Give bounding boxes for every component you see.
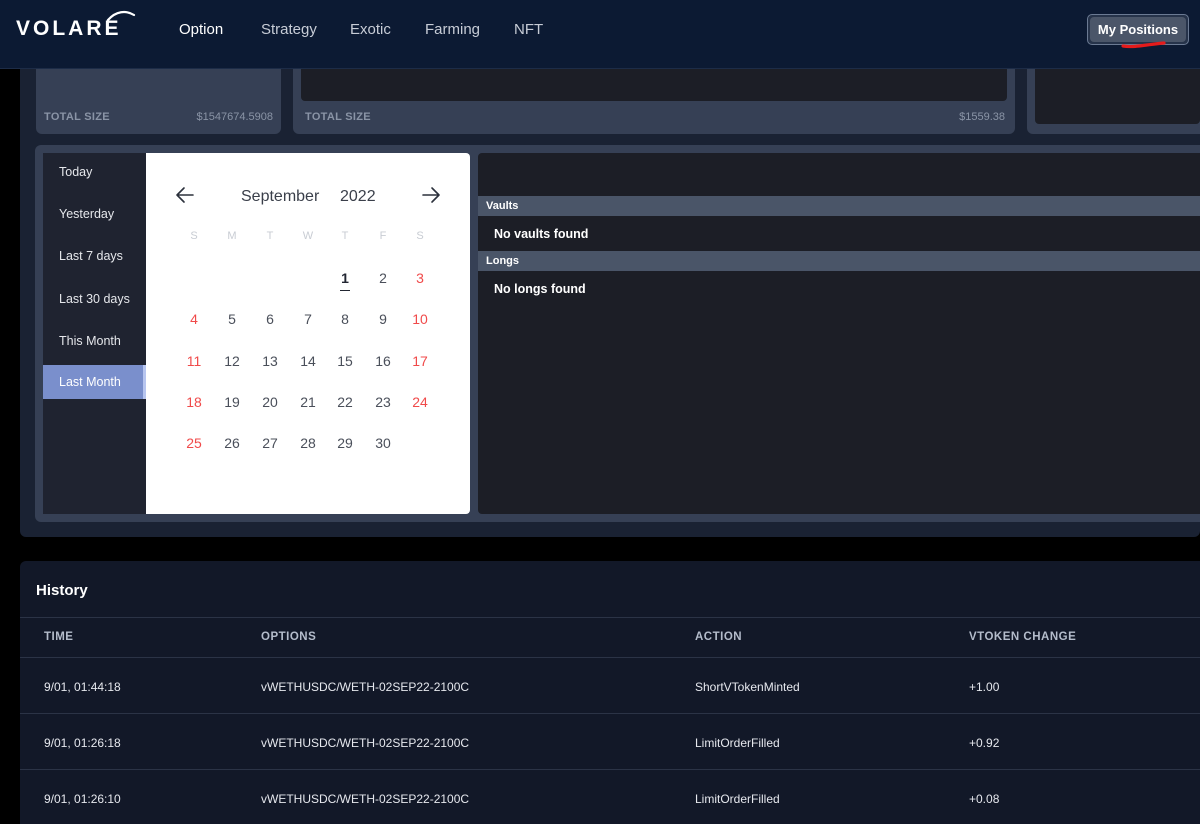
column-header-options[interactable]: OPTIONS	[261, 631, 316, 643]
top-navigation-bar: VOLARE Option Strategy Exotic Farming NF…	[0, 0, 1200, 69]
longs-empty-message: No longs found	[494, 282, 586, 296]
calendar-day[interactable]: 5	[217, 308, 247, 330]
calendar-day[interactable]: 12	[217, 350, 247, 372]
calendar-day[interactable]: 11	[179, 350, 209, 372]
calendar-day[interactable]: 10	[405, 308, 435, 330]
row-change: +0.92	[969, 736, 1000, 750]
history-section	[20, 561, 1200, 824]
total-size-label: TOTAL SIZE	[305, 111, 371, 123]
weekday-label: M	[227, 230, 237, 242]
total-size-value: $1547674.5908	[196, 111, 273, 123]
summary-card-3	[1027, 69, 1200, 134]
calendar-day[interactable]: 9	[368, 308, 398, 330]
range-today[interactable]: Today	[43, 155, 146, 189]
nav-farming[interactable]: Farming	[425, 21, 480, 38]
divider	[20, 657, 1200, 658]
row-action: ShortVTokenMinted	[695, 680, 800, 694]
range-yesterday[interactable]: Yesterday	[43, 197, 146, 231]
logo-swoosh-icon	[106, 10, 136, 22]
calendar-day[interactable]: 8	[330, 308, 360, 330]
row-time: 9/01, 01:44:18	[44, 680, 121, 694]
weekday-label: F	[379, 230, 387, 242]
date-range-list: Today Yesterday Last 7 days Last 30 days…	[43, 153, 146, 514]
nav-strategy[interactable]: Strategy	[261, 21, 317, 38]
row-option: vWETHUSDC/WETH-02SEP22-2100C	[261, 680, 470, 694]
range-last-month[interactable]: Last Month	[43, 365, 146, 399]
calendar: September 2022 SMTWTFS 1 2 3 4 5 6 7 8 9 10 11 12 13…	[146, 153, 470, 514]
row-change: +1.00	[969, 680, 1000, 694]
calendar-day[interactable]: 17	[405, 350, 435, 372]
row-action: LimitOrderFilled	[695, 736, 780, 750]
range-last-7-days[interactable]: Last 7 days	[43, 239, 146, 273]
calendar-day[interactable]: 13	[255, 350, 285, 372]
row-time: 9/01, 01:26:18	[44, 736, 121, 750]
range-last-30-days[interactable]: Last 30 days	[43, 282, 146, 316]
calendar-day[interactable]: 22	[330, 391, 360, 413]
summary-card-3-content	[1035, 69, 1200, 124]
summary-card-1: TOTAL SIZE $1547674.5908	[36, 69, 281, 134]
history-title: History	[36, 582, 88, 599]
row-change: +0.08	[969, 792, 1000, 806]
calendar-month[interactable]: September	[241, 188, 319, 206]
summary-card-2: TOTAL SIZE $1559.38	[293, 69, 1015, 134]
summary-card-2-content	[301, 69, 1007, 101]
calendar-day[interactable]: 29	[330, 432, 360, 454]
nav-option[interactable]: Option	[179, 21, 223, 38]
vaults-empty-message: No vaults found	[494, 227, 589, 241]
calendar-day[interactable]: 2	[368, 267, 398, 289]
column-header-action[interactable]: ACTION	[695, 631, 742, 643]
calendar-day[interactable]: 14	[293, 350, 323, 372]
row-time: 9/01, 01:26:10	[44, 792, 121, 806]
vaults-header: Vaults	[478, 196, 1200, 216]
row-option: vWETHUSDC/WETH-02SEP22-2100C	[261, 736, 470, 750]
calendar-day[interactable]: 4	[179, 308, 209, 330]
divider	[20, 713, 1200, 714]
range-this-month[interactable]: This Month	[43, 324, 146, 358]
nav-exotic[interactable]: Exotic	[350, 21, 391, 38]
divider	[20, 617, 1200, 618]
arrow-left-icon[interactable]	[174, 184, 196, 206]
calendar-day[interactable]: 3	[405, 267, 435, 289]
divider	[20, 769, 1200, 770]
calendar-day[interactable]: 19	[217, 391, 247, 413]
calendar-year[interactable]: 2022	[340, 188, 376, 206]
row-action: LimitOrderFilled	[695, 792, 780, 806]
calendar-day[interactable]: 16	[368, 350, 398, 372]
calendar-day[interactable]: 6	[255, 308, 285, 330]
calendar-day[interactable]: 24	[405, 391, 435, 413]
nav-nft[interactable]: NFT	[514, 21, 543, 38]
weekday-label: S	[190, 230, 198, 242]
calendar-day[interactable]: 25	[179, 432, 209, 454]
weekday-label: T	[341, 230, 349, 242]
row-option: vWETHUSDC/WETH-02SEP22-2100C	[261, 792, 470, 806]
weekday-label: T	[266, 230, 274, 242]
calendar-day[interactable]: 23	[368, 391, 398, 413]
calendar-day[interactable]: 18	[179, 391, 209, 413]
total-size-value: $1559.38	[959, 111, 1005, 123]
weekday-label: S	[416, 230, 424, 242]
calendar-day[interactable]: 21	[293, 391, 323, 413]
red-underline-annotation	[1121, 41, 1166, 49]
column-header-vtoken-change[interactable]: VTOKEN CHANGE	[969, 631, 1076, 643]
longs-header: Longs	[478, 251, 1200, 271]
calendar-day[interactable]: 26	[217, 432, 247, 454]
arrow-right-icon[interactable]	[420, 184, 442, 206]
calendar-day[interactable]: 15	[330, 350, 360, 372]
total-size-label: TOTAL SIZE	[44, 111, 110, 123]
calendar-day[interactable]: 30	[368, 432, 398, 454]
calendar-day[interactable]: 7	[293, 308, 323, 330]
calendar-day[interactable]: 20	[255, 391, 285, 413]
calendar-day[interactable]: 28	[293, 432, 323, 454]
column-header-time[interactable]: TIME	[44, 631, 73, 643]
calendar-day[interactable]: 1	[330, 267, 360, 289]
today-indicator	[340, 290, 350, 291]
calendar-day[interactable]: 27	[255, 432, 285, 454]
weekday-label: W	[302, 230, 314, 242]
my-positions-label: My Positions	[1090, 17, 1186, 42]
